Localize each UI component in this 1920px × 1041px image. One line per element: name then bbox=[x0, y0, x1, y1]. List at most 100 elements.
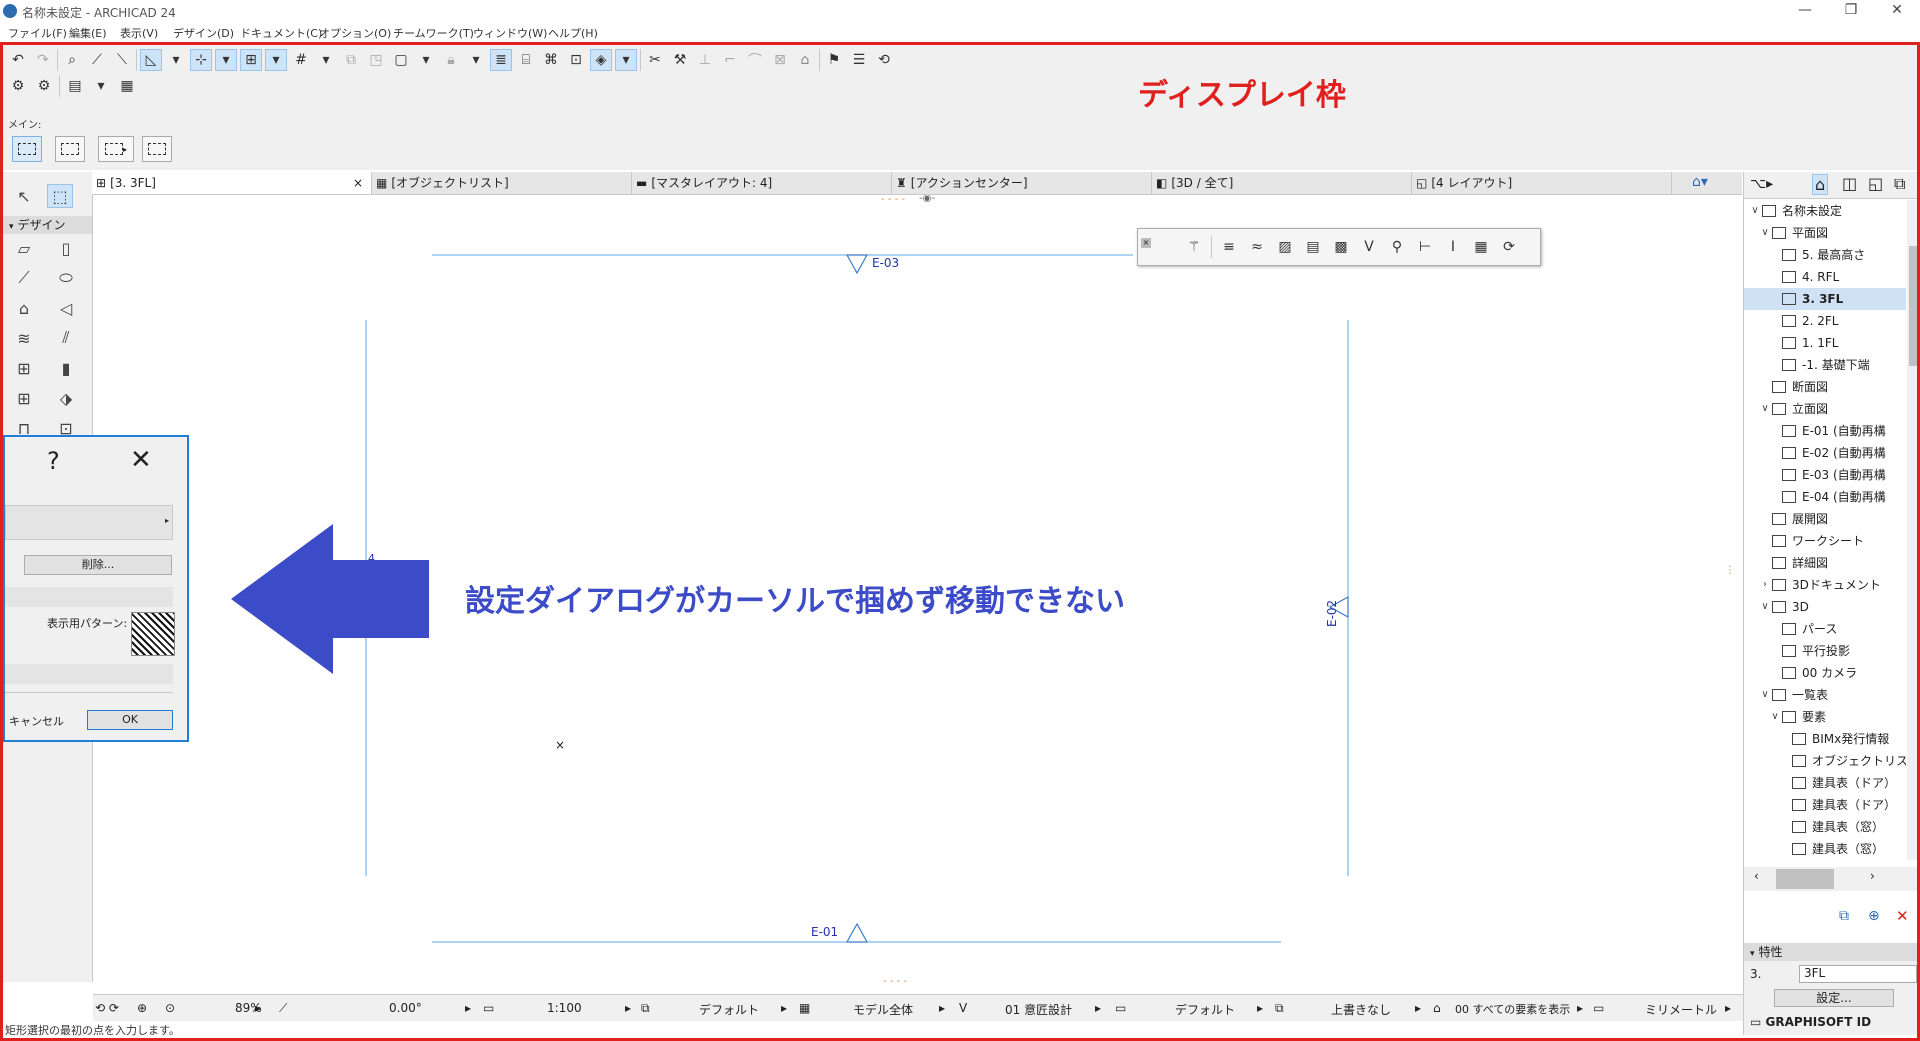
navigator-item[interactable]: ∨ 要素 bbox=[1744, 706, 1906, 728]
explode-icon[interactable]: ⊠ bbox=[769, 49, 791, 71]
layer-combo-icon[interactable]: ⧉ bbox=[641, 1001, 650, 1016]
layout-book-tab-icon[interactable]: ◱ bbox=[1868, 174, 1883, 193]
scale-value[interactable]: 1:100 bbox=[547, 1001, 582, 1015]
elevation-marker-e03[interactable] bbox=[845, 254, 869, 275]
cancel-button[interactable]: キャンセル bbox=[9, 713, 64, 729]
menu-options[interactable]: オプション(O) bbox=[319, 25, 391, 41]
roof-icon[interactable]: ⌂ bbox=[794, 49, 816, 71]
tab-master-layout[interactable]: ▬ [マスタレイアウト: 4] bbox=[632, 172, 892, 194]
navigator-item[interactable]: 2. 2FL bbox=[1744, 310, 1906, 332]
navigator-item[interactable]: ∨ 平面図 bbox=[1744, 222, 1906, 244]
scrollbar-thumb[interactable] bbox=[1909, 246, 1919, 366]
units-icon[interactable]: ▭ bbox=[1593, 1001, 1604, 1015]
navigator-item[interactable]: -1. 基礎下端 bbox=[1744, 354, 1906, 376]
menu-window[interactable]: ウィンドウ(W) bbox=[473, 25, 547, 41]
marquee-all-button[interactable] bbox=[142, 136, 172, 162]
dropdown-arrow-icon[interactable]: ▾ bbox=[265, 49, 287, 71]
override-icon[interactable]: ⧉ bbox=[1275, 1001, 1284, 1016]
navigator-item[interactable]: オブジェクトリスト bbox=[1744, 750, 1906, 772]
navigator-item[interactable]: E-01 (自動再構 bbox=[1744, 420, 1906, 442]
pen-icon[interactable]: Ⅴ bbox=[1358, 236, 1380, 258]
tree-toggle-icon[interactable]: ∨ bbox=[1748, 200, 1762, 222]
renovation-icon[interactable]: ⟲ bbox=[873, 49, 895, 71]
navigator-item[interactable]: 展開図 bbox=[1744, 508, 1906, 530]
spread-icon[interactable]: ⌘ bbox=[540, 49, 562, 71]
navigator-item[interactable]: ワークシート bbox=[1744, 530, 1906, 552]
layers-icon[interactable]: ▤ bbox=[1302, 236, 1324, 258]
publisher-icon[interactable]: ⧉ bbox=[1894, 174, 1905, 194]
menu-help[interactable]: ヘルプ(H) bbox=[548, 25, 598, 41]
layer-settings-icon[interactable]: ≣ bbox=[490, 49, 512, 71]
help-icon[interactable]: ? bbox=[47, 447, 60, 475]
table-icon[interactable]: ▦ bbox=[1470, 236, 1492, 258]
layout-book-icon[interactable]: ▤ bbox=[64, 75, 86, 97]
menu-edit[interactable]: 編集(E) bbox=[69, 25, 107, 41]
ok-button[interactable]: OK bbox=[87, 710, 173, 730]
flag-icon[interactable]: ⚑ bbox=[823, 49, 845, 71]
project-map-tab-icon[interactable]: ⌂ bbox=[1812, 174, 1829, 195]
tab-3d[interactable]: ◧ [3D / 全て] bbox=[1152, 172, 1412, 194]
dropdown-arrow-icon[interactable]: ▸ bbox=[781, 1001, 787, 1015]
teamwork-icon[interactable]: ⚙ bbox=[7, 75, 29, 97]
wall-end-icon[interactable]: ≡ bbox=[1218, 236, 1240, 258]
dialog-dropdown[interactable]: ▸ bbox=[5, 505, 173, 540]
tree-toggle-icon[interactable]: ∨ bbox=[1758, 398, 1772, 420]
menu-view[interactable]: 表示(V) bbox=[120, 25, 158, 41]
syringe-icon[interactable]: ⟍ bbox=[111, 49, 133, 71]
lock-icon[interactable]: 🔒︎ bbox=[440, 49, 462, 71]
menu-file[interactable]: ファイル(F) bbox=[8, 25, 67, 41]
navigator-item[interactable]: BIMx発行情報 bbox=[1744, 728, 1906, 750]
menu-teamwork[interactable]: チームワーク(T) bbox=[393, 25, 474, 41]
project-map-icon[interactable]: ⌥▸ bbox=[1750, 176, 1773, 192]
hscroll-thumb[interactable] bbox=[1776, 869, 1834, 889]
navigator-item[interactable]: 00 カメラ bbox=[1744, 662, 1906, 684]
dialog-close-icon[interactable]: ✕ bbox=[130, 445, 152, 475]
dropdown-arrow-icon[interactable]: ▾ bbox=[315, 49, 337, 71]
ruler-icon[interactable]: ◺ bbox=[140, 49, 162, 71]
pattern-icon[interactable]: ▩ bbox=[1330, 236, 1352, 258]
tab-overflow-icon[interactable]: ⌂▾ bbox=[1692, 174, 1708, 190]
rotate-view-icon[interactable]: ⟲ ⟳ bbox=[95, 1001, 119, 1015]
find-select-icon[interactable]: ⌕ bbox=[61, 49, 83, 71]
units-value[interactable]: ミリメートル bbox=[1645, 1001, 1717, 1018]
marquee-tool-icon[interactable]: ⬚ bbox=[47, 184, 73, 208]
delete-button[interactable]: 削除... bbox=[24, 555, 172, 575]
eye-icon[interactable]: -◉- bbox=[919, 195, 935, 204]
navigator-item[interactable]: 5. 最高高さ bbox=[1744, 244, 1906, 266]
zoom-icon[interactable]: ⊙ bbox=[165, 1001, 175, 1015]
wall-tool-icon[interactable]: ▱ bbox=[11, 236, 37, 260]
fillet-icon[interactable]: ⌐ bbox=[719, 49, 741, 71]
properties-list-icon[interactable]: ☰ bbox=[848, 49, 870, 71]
navigator-item[interactable]: ∨ 名称未設定 bbox=[1744, 200, 1906, 222]
dropdown-arrow-icon[interactable]: ▸ bbox=[625, 1001, 631, 1015]
tab-action-center[interactable]: ♜ [アクションセンター] bbox=[892, 172, 1152, 194]
navigator-item[interactable]: ∨ 一覧表 bbox=[1744, 684, 1906, 706]
renovation-icon[interactable]: ⌂ bbox=[1433, 1001, 1441, 1015]
scale-icon[interactable]: ▭ bbox=[483, 1001, 494, 1015]
view-map-icon[interactable]: ◫ bbox=[1842, 174, 1857, 193]
navigator-item[interactable]: 建具表（窓） bbox=[1744, 816, 1906, 838]
zoom-in-icon[interactable]: ⊕ bbox=[137, 1001, 147, 1015]
column-tool-icon[interactable]: ▯ bbox=[53, 236, 79, 260]
navigator-item[interactable]: E-02 (自動再構 bbox=[1744, 442, 1906, 464]
floating-palette[interactable]: × ⚚ ≡ ≈ ▨ ▤ ▩ Ⅴ ⚲ ⊢ Ι ▦ ⟳ bbox=[1137, 228, 1541, 266]
dropdown-arrow-icon[interactable]: ▾ bbox=[615, 49, 637, 71]
eyedropper-icon[interactable]: ⟋ bbox=[86, 49, 108, 71]
door-tool-icon[interactable]: ▮ bbox=[53, 356, 79, 380]
rect-select-button[interactable] bbox=[12, 136, 42, 162]
dropdown-arrow-icon[interactable]: ▾ bbox=[465, 49, 487, 71]
pen-set-value[interactable]: デフォルト bbox=[1175, 1001, 1235, 1018]
curtain-wall-tool-icon[interactable]: ⊞ bbox=[11, 356, 37, 380]
dropdown-arrow-icon[interactable]: ▸ bbox=[1095, 1001, 1101, 1015]
slab-tool-icon[interactable]: ⬭ bbox=[53, 266, 79, 290]
dropdown-arrow-icon[interactable]: ▸ bbox=[1725, 1001, 1731, 1015]
elevation-marker-e01[interactable] bbox=[845, 922, 869, 943]
marquee-options-button[interactable]: ▸ bbox=[98, 136, 134, 162]
tab-close-icon[interactable]: × bbox=[353, 172, 363, 194]
properties-header[interactable]: ▾ 特性 bbox=[1744, 943, 1920, 961]
resize-icon[interactable]: ⊡ bbox=[565, 49, 587, 71]
beam-tool-icon[interactable]: ⟋ bbox=[11, 266, 37, 290]
navigator-item[interactable]: 断面図 bbox=[1744, 376, 1906, 398]
dropdown-arrow-icon[interactable]: ▸ bbox=[255, 1001, 261, 1015]
graphisoft-id[interactable]: ▭ GRAPHISOFT ID bbox=[1750, 1015, 1871, 1029]
